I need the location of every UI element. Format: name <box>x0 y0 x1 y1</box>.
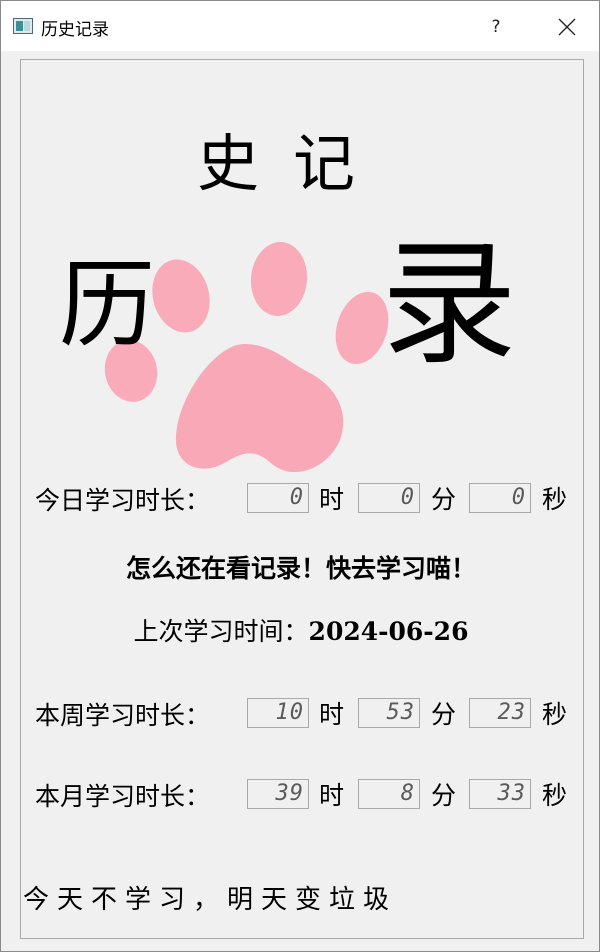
today-seconds-unit: 秒 <box>542 485 568 514</box>
heading-top: 史记 <box>197 127 390 200</box>
title-bar: 历史记录 ? <box>1 1 599 52</box>
week-minutes-unit: 分 <box>431 700 457 729</box>
week-duration-row: 本周学习时长： 10 时 53 分 23 秒 <box>1 696 600 736</box>
help-button[interactable]: ? <box>471 9 521 45</box>
month-label: 本月学习时长： <box>35 782 211 811</box>
close-button[interactable] <box>543 9 591 45</box>
month-hours-unit: 时 <box>319 781 345 810</box>
today-hours-unit: 时 <box>319 485 345 514</box>
week-seconds-display: 23 <box>469 698 531 728</box>
heading-right-char: 录 <box>381 226 517 384</box>
today-minutes-display: 0 <box>358 483 420 513</box>
today-minutes-unit: 分 <box>431 485 457 514</box>
week-hours-display: 10 <box>247 698 309 728</box>
month-hours-display: 39 <box>247 779 309 809</box>
month-seconds-display: 33 <box>469 779 531 809</box>
window-title: 历史记录 <box>41 20 109 40</box>
week-label: 本周学习时长： <box>35 701 211 730</box>
today-duration-row: 今日学习时长： 0 时 0 分 0 秒 <box>1 481 600 521</box>
month-minutes-unit: 分 <box>431 781 457 810</box>
month-duration-row: 本月学习时长： 39 时 8 分 33 秒 <box>1 777 600 817</box>
today-seconds-display: 0 <box>469 483 531 513</box>
reminder-text: 怎么还在看记录！快去学习喵！ <box>125 554 476 583</box>
month-seconds-unit: 秒 <box>542 781 568 810</box>
last-study-date: 2024-06-26 <box>308 617 469 646</box>
today-hours-display: 0 <box>247 483 309 513</box>
today-label: 今日学习时长： <box>35 486 211 515</box>
month-minutes-display: 8 <box>358 779 420 809</box>
last-study-label: 上次学习时间： <box>133 617 309 646</box>
week-minutes-display: 53 <box>358 698 420 728</box>
slogan-text: 今天不学习，明天变垃圾 <box>23 885 398 915</box>
week-hours-unit: 时 <box>319 700 345 729</box>
week-seconds-unit: 秒 <box>542 700 568 729</box>
last-study-line: 上次学习时间：2024-06-26 <box>1 616 600 648</box>
heading-left-char: 历 <box>59 249 155 361</box>
app-window-icon <box>13 18 33 34</box>
close-icon <box>558 18 576 36</box>
